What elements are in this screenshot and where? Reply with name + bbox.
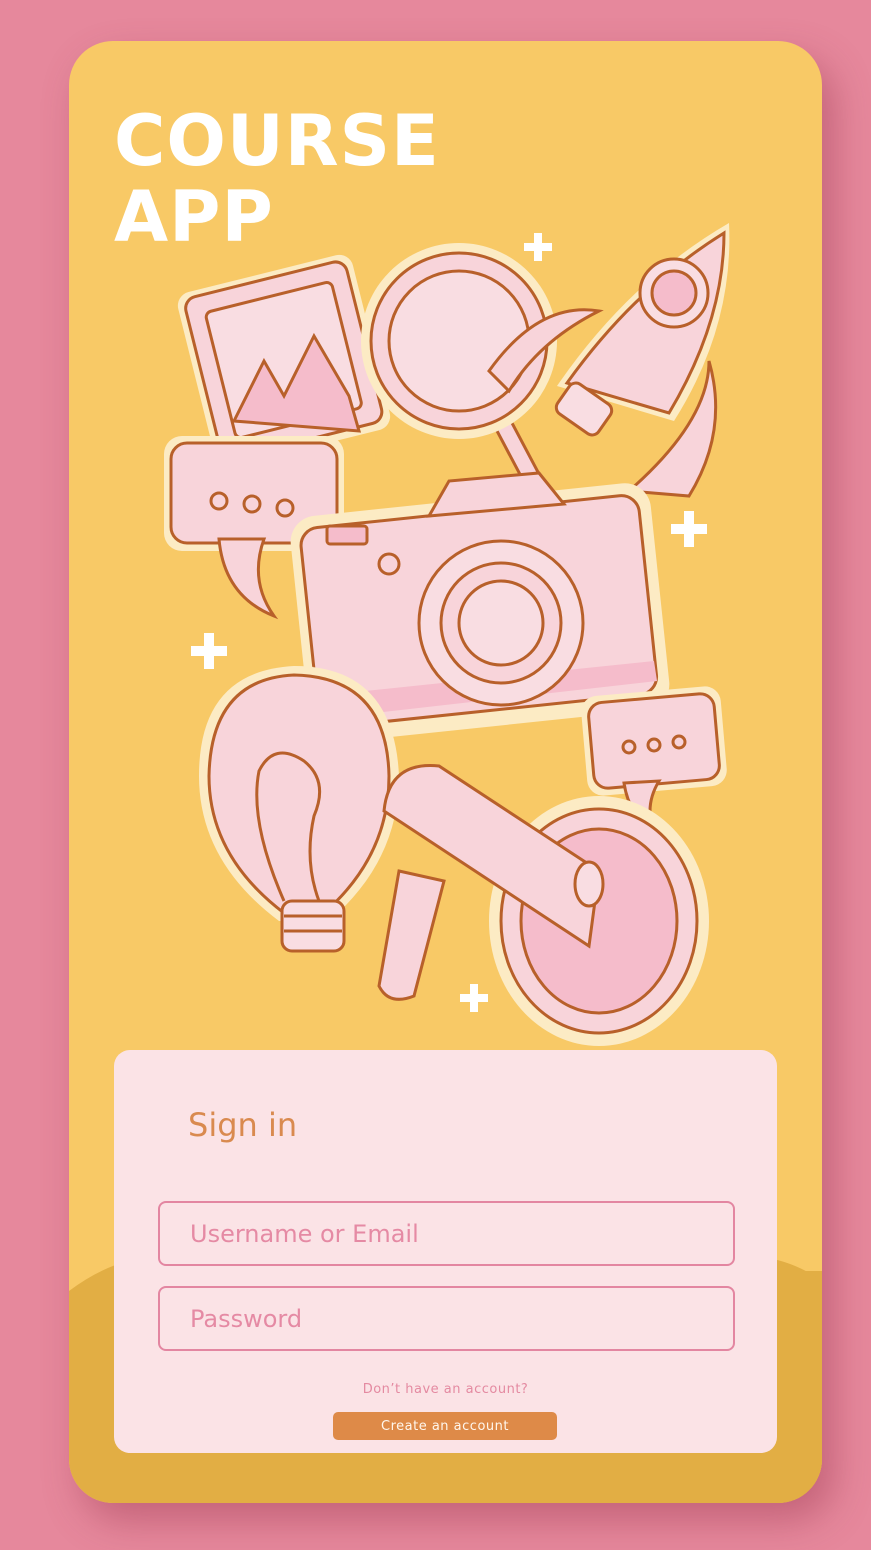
no-account-prompt: Don’t have an account? <box>362 1382 529 1397</box>
create-account-button[interactable]: Create an account <box>333 1412 557 1440</box>
magnifier-icon <box>361 243 559 521</box>
password-input[interactable] <box>160 1304 733 1333</box>
username-field[interactable] <box>158 1201 735 1266</box>
password-field[interactable] <box>158 1286 735 1351</box>
megaphone-icon <box>377 764 709 1046</box>
signin-card: Sign in Don’t have an account? Create an… <box>114 1050 777 1453</box>
app-screen: COURSE APP Sign in Username or Email Don… <box>69 41 822 1503</box>
signin-heading: Sign in <box>188 1106 298 1144</box>
username-input[interactable] <box>160 1219 733 1248</box>
hero-illustration <box>164 223 730 1046</box>
lightbulb-icon <box>199 666 399 953</box>
